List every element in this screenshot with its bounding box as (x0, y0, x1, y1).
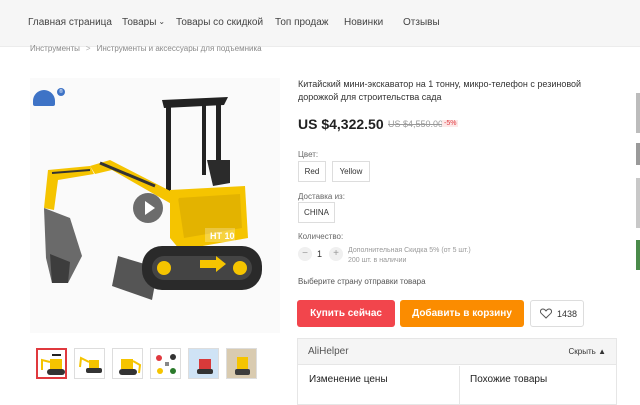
discount-badge: -5% (442, 120, 459, 127)
color-option-red[interactable]: Red (298, 161, 326, 182)
thumb-excavator-icon (189, 349, 218, 378)
alihelper-header: AliHelper Скрыть ▲ (298, 339, 616, 365)
thumb-parts-icon (156, 354, 176, 374)
quantity-increase-button[interactable]: + (329, 247, 343, 261)
brand-logo-icon (33, 90, 55, 106)
registered-mark-icon: ® (57, 88, 65, 96)
nav-item-top-sales[interactable]: Топ продаж (275, 17, 329, 28)
product-main-image[interactable]: HT 10 ® (30, 78, 280, 333)
cab-plate-text: HT 10 (210, 231, 235, 241)
product-title: Китайский мини-экскаватор на 1 тонну, ми… (298, 79, 582, 102)
breadcrumb: Инструменты > Инструменты и аксессуары для… (30, 44, 262, 53)
thumbnail-2[interactable] (74, 348, 105, 379)
thumbnail-5[interactable] (188, 348, 219, 379)
ship-from-option-china[interactable]: CHINA (298, 202, 335, 223)
breadcrumb-item-lift-tools[interactable]: Инструменты и аксессуары для подъемника (97, 44, 262, 53)
nav-item-new[interactable]: Новинки (344, 17, 383, 28)
play-video-icon[interactable] (133, 193, 163, 223)
caret-up-icon: ▲ (598, 347, 606, 356)
quantity-label: Количество: (298, 232, 344, 241)
alihelper-title: AliHelper (308, 346, 349, 357)
quantity-value[interactable]: 1 (317, 249, 322, 259)
alihelper-divider (459, 366, 460, 405)
nav-item-products[interactable]: Товары ⌄ (122, 17, 165, 28)
thumbnail-3[interactable] (112, 348, 143, 379)
buy-now-button[interactable]: Купить сейчас (297, 300, 395, 327)
heart-icon (540, 308, 552, 319)
breadcrumb-separator: > (85, 44, 91, 53)
alihelper-hide-label: Скрыть (568, 347, 596, 356)
thumbnail-4[interactable] (150, 348, 181, 379)
nav-item-reviews[interactable]: Отзывы (403, 17, 440, 28)
add-to-cart-button[interactable]: Добавить в корзину (400, 300, 524, 327)
thumb-excavator-icon (41, 354, 65, 375)
thumb-excavator-icon (227, 349, 256, 378)
thumbnail-6[interactable] (226, 348, 257, 379)
bulk-discount-note: Дополнительная Скидка 5% (от 5 шт.) (348, 247, 471, 254)
alihelper-hide-button[interactable]: Скрыть ▲ (569, 347, 606, 356)
quantity-decrease-button[interactable]: − (298, 247, 312, 261)
similar-items-tab[interactable]: Похожие товары (470, 374, 547, 385)
nav-item-discounts[interactable]: Товары со скидкой (176, 17, 263, 28)
breadcrumb-item-tools[interactable]: Инструменты (30, 44, 80, 53)
side-recommendation-4[interactable] (636, 240, 640, 270)
side-recommendation-3[interactable] (636, 178, 640, 228)
product-price: US $4,322.50 (298, 116, 384, 132)
wishlist-button[interactable]: 1438 (530, 300, 584, 327)
product-old-price: US $4,550.00 (388, 119, 444, 129)
wishlist-count: 1438 (557, 309, 578, 319)
ship-country-message: Выберите страну отправки товара (298, 277, 426, 286)
nav-item-products-label: Товары (122, 17, 157, 28)
stock-note: 200 шт. в наличии (348, 257, 407, 264)
nav-item-home[interactable]: Главная страница (28, 17, 112, 28)
price-change-tab[interactable]: Изменение цены (309, 374, 388, 385)
color-option-yellow[interactable]: Yellow (332, 161, 370, 182)
thumb-excavator-icon (79, 356, 102, 373)
thumb-excavator-icon (119, 359, 142, 375)
top-navigation: Главная страница Товары ⌄ Товары со скидк… (0, 0, 640, 47)
quantity-note: Дополнительная Скидка 5% (от 5 шт.) 200 … (348, 246, 471, 266)
chevron-down-icon: ⌄ (158, 17, 166, 26)
alihelper-panel: AliHelper Скрыть ▲ Изменение цены Похожи… (297, 338, 617, 405)
side-recommendation-2[interactable] (636, 143, 640, 165)
ship-from-label: Доставка из: (298, 192, 345, 201)
color-label: Цвет: (298, 150, 319, 159)
side-recommendation-1[interactable] (636, 93, 640, 133)
thumbnail-1[interactable] (36, 348, 67, 379)
